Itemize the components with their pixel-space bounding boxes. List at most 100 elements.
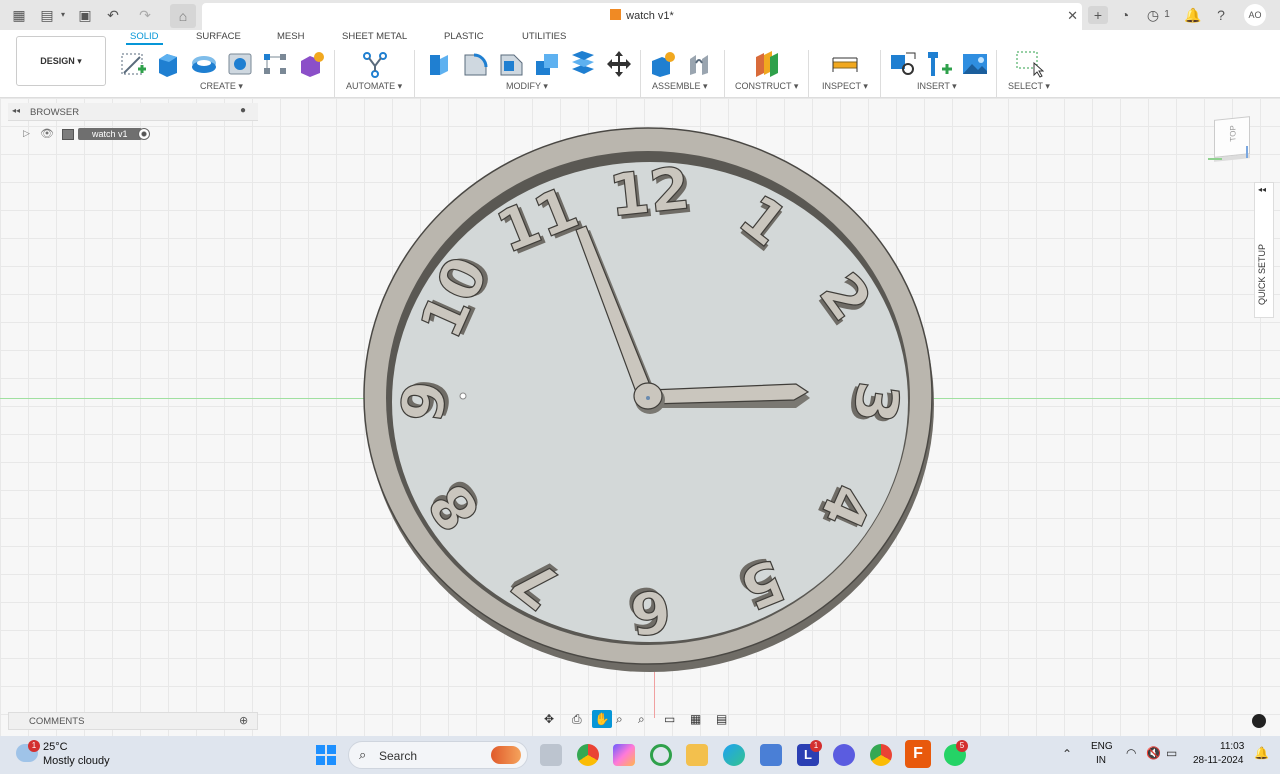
- form-icon[interactable]: [296, 49, 326, 79]
- measure-icon[interactable]: [830, 49, 860, 79]
- help-icon[interactable]: ?: [1212, 6, 1230, 24]
- new-tab-icon[interactable]: +: [1088, 6, 1108, 24]
- viewports-icon[interactable]: ▤: [716, 712, 727, 726]
- tab-plastic[interactable]: PLASTIC: [444, 31, 484, 45]
- tab-sheet-metal[interactable]: SHEET METAL: [342, 31, 407, 45]
- show-hidden-icons-icon[interactable]: ⌃: [1062, 747, 1072, 761]
- revolve-icon[interactable]: [189, 49, 219, 79]
- chrome-icon[interactable]: [577, 744, 599, 766]
- save-icon[interactable]: ▣: [76, 6, 94, 24]
- collapse-panel-icon[interactable]: ◂◂: [12, 106, 20, 115]
- navigation-bar: ✥ ⎙ ✋ ⌕ ⌕ ▭ ▦ ▤: [542, 710, 742, 730]
- avatar[interactable]: AO: [1244, 4, 1266, 26]
- insert-group-label[interactable]: INSERT ▾: [917, 81, 957, 92]
- chamfer-icon[interactable]: [496, 49, 526, 79]
- sync-app-icon[interactable]: [650, 744, 672, 766]
- arc-icon[interactable]: [833, 744, 855, 766]
- insert-canvas-icon[interactable]: [960, 49, 990, 79]
- volume-muted-icon[interactable]: 🔇: [1146, 746, 1161, 760]
- numeral-text: 12: [606, 154, 693, 230]
- select-group-label[interactable]: SELECT ▾: [1008, 81, 1050, 92]
- document-icon: [62, 129, 74, 140]
- press-pull-icon[interactable]: [424, 49, 454, 79]
- home-icon[interactable]: ⌂: [170, 4, 196, 28]
- create-sketch-icon[interactable]: [118, 49, 148, 79]
- chrome-profile-icon[interactable]: [870, 744, 892, 766]
- edge-icon[interactable]: [723, 744, 745, 766]
- browser-root-item[interactable]: ▷ 👁 watch v1: [20, 127, 160, 143]
- tab-utilities[interactable]: UTILITIES: [522, 31, 566, 45]
- insert-mcmaster-icon[interactable]: [924, 49, 954, 79]
- hole-icon[interactable]: [225, 49, 255, 79]
- feedback-icon[interactable]: [1252, 714, 1266, 728]
- clock-time[interactable]: 11:03: [1220, 741, 1244, 752]
- expand-quick-setup-icon[interactable]: ◂◂: [1258, 185, 1266, 194]
- zoom-icon[interactable]: ⌕: [616, 712, 623, 727]
- comments-panel[interactable]: COMMENTS ⊕: [8, 712, 258, 730]
- clock-date[interactable]: 28-11-2024: [1193, 755, 1243, 766]
- redo-icon[interactable]: ↷: [136, 6, 154, 24]
- grid-settings-icon[interactable]: ▦: [690, 712, 701, 726]
- add-comment-icon[interactable]: ⊕: [239, 714, 248, 727]
- file-explorer-icon[interactable]: [686, 744, 708, 766]
- fillet-icon[interactable]: [460, 49, 490, 79]
- task-view-icon[interactable]: [540, 744, 562, 766]
- workspace-switcher-button[interactable]: DESIGN ▾: [16, 36, 106, 86]
- new-component-icon[interactable]: [648, 49, 678, 79]
- extensions-icon[interactable]: ◔: [1116, 6, 1134, 24]
- viewcube-face-label: TOP: [1228, 124, 1238, 143]
- notifications-icon[interactable]: 🔔: [1184, 6, 1202, 24]
- offset-plane-icon[interactable]: [752, 49, 782, 79]
- windows-start-icon[interactable]: [316, 745, 336, 765]
- modify-group-label[interactable]: MODIFY ▾: [506, 81, 548, 92]
- tab-mesh[interactable]: MESH: [277, 31, 304, 45]
- offset-face-icon[interactable]: [568, 49, 598, 79]
- joint-icon[interactable]: [684, 49, 714, 79]
- display-settings-icon[interactable]: ▭: [664, 712, 675, 726]
- tab-surface[interactable]: SURFACE: [196, 31, 241, 45]
- pan-icon[interactable]: ✋: [592, 710, 612, 728]
- wifi-icon[interactable]: ◠: [1126, 746, 1136, 760]
- extrude-icon[interactable]: [153, 49, 183, 79]
- viewport-canvas[interactable]: 12 12 1 1 2 2 3 3 4 4 5 5 6 6 7 7 8 8 9 9 10 10 11 11 TOP: [0, 98, 1280, 736]
- browser-pin-icon[interactable]: ●: [240, 105, 246, 116]
- select-window-icon[interactable]: [1014, 49, 1044, 79]
- battery-icon[interactable]: ▭: [1166, 746, 1177, 760]
- undo-icon[interactable]: ↶: [104, 6, 122, 24]
- document-tab[interactable]: watch v1* ✕: [202, 3, 1082, 30]
- construct-group-label[interactable]: CONSTRUCT ▾: [735, 81, 798, 92]
- expand-arrow-icon[interactable]: ▷: [23, 128, 30, 139]
- store-icon[interactable]: [760, 744, 782, 766]
- clock-model[interactable]: 1212 11223344556677889910101111: [340, 118, 940, 678]
- language-line1[interactable]: ENG: [1091, 741, 1113, 752]
- fusion-360-icon[interactable]: F: [905, 740, 931, 768]
- assemble-group-label[interactable]: ASSEMBLE ▾: [652, 81, 708, 92]
- activate-radio-icon[interactable]: [138, 128, 150, 140]
- automate-group-label[interactable]: AUTOMATE ▾: [346, 81, 402, 92]
- notification-bell-icon[interactable]: 🔔: [1254, 746, 1269, 760]
- insert-derive-icon[interactable]: [888, 49, 918, 79]
- combine-icon[interactable]: [532, 49, 562, 79]
- inspect-group-label[interactable]: INSPECT ▾: [822, 81, 868, 92]
- visibility-eye-icon[interactable]: 👁: [40, 127, 54, 140]
- move-copy-icon[interactable]: [604, 49, 634, 79]
- look-at-icon[interactable]: ⎙: [572, 712, 582, 727]
- close-tab-icon[interactable]: ✕: [1067, 8, 1078, 24]
- weather-temp[interactable]: 25°C: [43, 741, 68, 753]
- fit-icon[interactable]: ⌕: [638, 712, 645, 727]
- lens-badge: 1: [810, 740, 822, 752]
- orbit-icon[interactable]: ✥: [544, 712, 554, 726]
- create-group-label[interactable]: CREATE ▾: [200, 81, 243, 92]
- tab-solid[interactable]: SOLID: [126, 31, 163, 45]
- browser-panel-header[interactable]: ◂◂ BROWSER ●: [8, 103, 258, 121]
- quick-setup-panel[interactable]: ◂◂ QUICK SETUP: [1254, 182, 1274, 318]
- copilot-icon[interactable]: [613, 744, 635, 766]
- viewcube[interactable]: TOP: [1214, 116, 1250, 158]
- automate-icon[interactable]: [360, 49, 390, 79]
- apps-grid-icon[interactable]: ▦: [10, 6, 28, 24]
- pattern-icon[interactable]: [260, 49, 290, 79]
- weather-desc[interactable]: Mostly cloudy: [43, 755, 110, 767]
- file-menu-chevron-icon[interactable]: ▾: [54, 6, 72, 24]
- taskbar-search[interactable]: ⌕ Search: [348, 741, 528, 769]
- language-line2[interactable]: IN: [1096, 755, 1106, 766]
